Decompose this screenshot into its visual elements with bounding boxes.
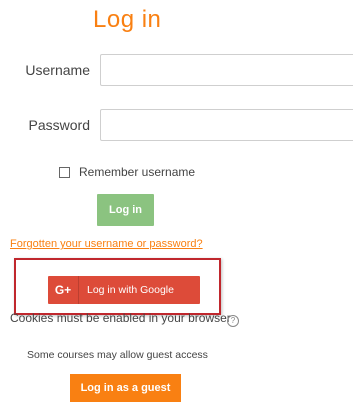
remember-username-checkbox[interactable] xyxy=(59,167,70,178)
guest-login-button[interactable]: Log in as a guest xyxy=(70,374,181,402)
username-label: Username xyxy=(25,62,90,78)
forgot-password-link[interactable]: Forgotten your username or password? xyxy=(10,238,203,250)
login-button[interactable]: Log in xyxy=(97,194,154,226)
google-login-button[interactable]: G+ Log in with Google xyxy=(48,276,200,304)
password-input[interactable] xyxy=(100,109,353,141)
google-plus-icon: G+ xyxy=(48,276,79,304)
username-input[interactable] xyxy=(100,54,353,86)
remember-username-label[interactable]: Remember username xyxy=(79,165,195,179)
cookies-notice: Cookies must be enabled in your browser xyxy=(10,311,231,325)
password-label: Password xyxy=(28,117,90,133)
page-title: Log in xyxy=(93,6,162,33)
guest-access-note: Some courses may allow guest access xyxy=(27,349,208,361)
google-login-label: Log in with Google xyxy=(87,284,174,296)
help-icon[interactable]: ? xyxy=(227,315,239,327)
